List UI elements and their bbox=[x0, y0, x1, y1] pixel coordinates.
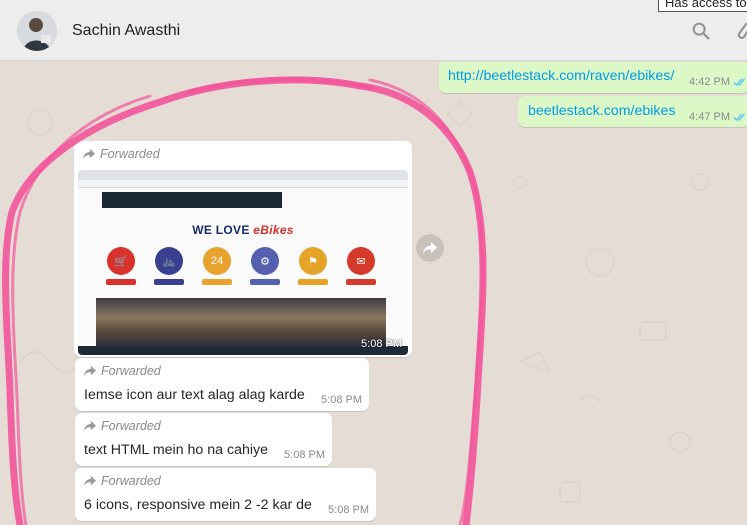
windows-taskbar bbox=[78, 346, 408, 355]
message-time: 4:47 PM bbox=[689, 111, 730, 123]
forward-button[interactable] bbox=[416, 234, 444, 262]
site-icon-row: 🛒 🚲 24 ⚙ ⚑ ✉ bbox=[106, 247, 376, 285]
message-bubble-incoming[interactable]: Forwarded text HTML mein ho na cahiye 5:… bbox=[75, 413, 332, 466]
double-check-icon bbox=[733, 113, 745, 122]
browser-addressbar bbox=[78, 180, 408, 188]
message-link[interactable]: http://beetlestack.com/raven/ebikes/ bbox=[448, 68, 674, 84]
forward-icon bbox=[84, 365, 96, 377]
forward-icon bbox=[83, 148, 95, 160]
double-check-icon bbox=[733, 78, 745, 87]
message-time: 5:08 PM bbox=[284, 449, 325, 461]
forwarded-label: Forwarded bbox=[83, 419, 161, 433]
site-banner bbox=[102, 192, 282, 208]
site-icon-service: ⚙ bbox=[250, 247, 280, 285]
message-text: Iemse icon aur text alag alag karde bbox=[84, 387, 305, 403]
avatar[interactable] bbox=[17, 11, 57, 51]
forward-icon bbox=[84, 475, 96, 487]
forward-icon bbox=[84, 420, 96, 432]
forwarded-label: Forwarded bbox=[82, 147, 160, 161]
chat-panel: http://beetlestack.com/raven/ebikes/ 4:4… bbox=[0, 62, 747, 525]
forward-icon bbox=[423, 242, 437, 254]
contact-name[interactable]: Sachin Awasthi bbox=[72, 22, 180, 40]
message-text: 6 icons, responsive mein 2 -2 kar de bbox=[84, 497, 312, 513]
site-icon-shop: 🛒 bbox=[106, 247, 136, 285]
message-bubble-incoming[interactable]: Forwarded 6 icons, responsive mein 2 -2 … bbox=[75, 468, 376, 521]
message-text: text HTML mein ho na cahiye bbox=[84, 442, 268, 458]
site-icon-rentals: 24 bbox=[202, 247, 232, 285]
site-icon-brands: 🚲 bbox=[154, 247, 184, 285]
search-icon[interactable] bbox=[690, 20, 712, 47]
shared-screenshot[interactable]: WE LOVE eBikes 🛒 🚲 24 ⚙ ⚑ ✉ 5:08 PM bbox=[78, 170, 408, 355]
message-bubble-outgoing[interactable]: beetlestack.com/ebikes 4:47 PM bbox=[518, 96, 747, 127]
attach-icon[interactable] bbox=[736, 20, 747, 47]
message-time: 5:08 PM bbox=[328, 504, 369, 516]
browser-tabbar bbox=[78, 170, 408, 180]
message-bubble-image[interactable]: Forwarded WE LOVE eBikes 🛒 🚲 24 ⚙ ⚑ ✉ 5:… bbox=[74, 141, 412, 357]
message-time: 4:42 PM bbox=[689, 76, 730, 88]
message-bubble-incoming[interactable]: Forwarded Iemse icon aur text alag alag … bbox=[75, 358, 369, 411]
site-hero-photo bbox=[96, 298, 386, 346]
message-meta: 4:42 PM bbox=[689, 76, 747, 88]
message-time: 5:08 PM bbox=[361, 338, 402, 350]
message-bubble-outgoing[interactable]: http://beetlestack.com/raven/ebikes/ 4:4… bbox=[439, 62, 747, 93]
site-icon-about: ⚑ bbox=[298, 247, 328, 285]
site-icon-contact: ✉ bbox=[346, 247, 376, 285]
message-meta: 4:47 PM bbox=[689, 111, 747, 123]
chat-header: Sachin Awasthi Has access to bbox=[0, 0, 747, 61]
tooltip: Has access to bbox=[658, 0, 747, 12]
message-link[interactable]: beetlestack.com/ebikes bbox=[528, 103, 675, 119]
avatar-image bbox=[17, 11, 57, 51]
site-heading: WE LOVE eBikes bbox=[192, 223, 294, 237]
message-time: 5:08 PM bbox=[321, 394, 362, 406]
forwarded-label: Forwarded bbox=[83, 364, 161, 378]
forwarded-label: Forwarded bbox=[83, 474, 161, 488]
